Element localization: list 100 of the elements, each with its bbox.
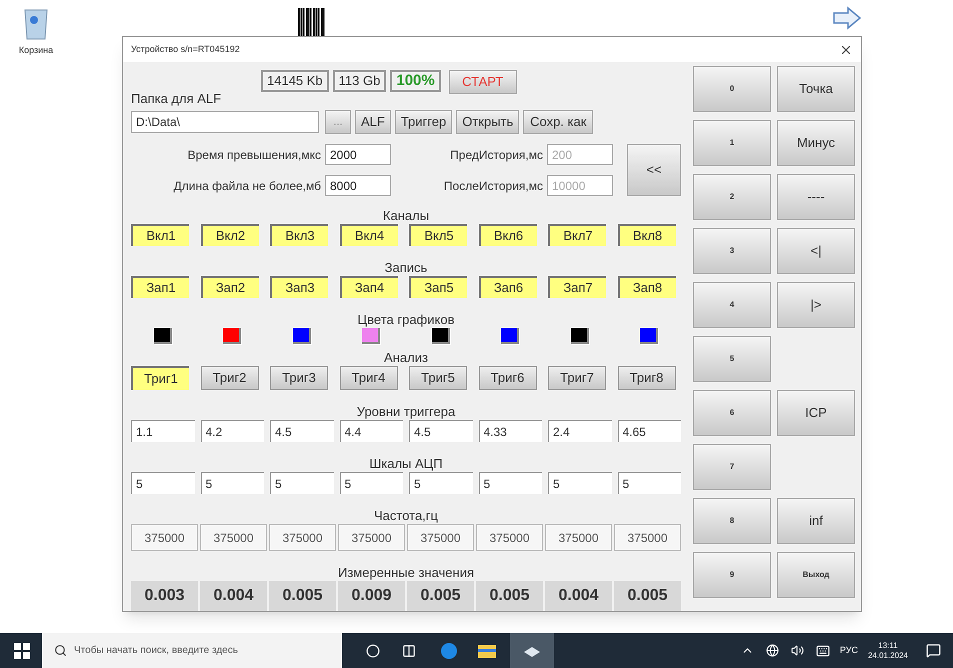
function-key[interactable]: ICP: [777, 390, 855, 436]
toolbar-button[interactable]: Триггер: [394, 110, 452, 134]
folder-label: Папка для ALF: [131, 90, 222, 108]
volume-icon[interactable]: [790, 644, 804, 657]
frequency-readout: 375000: [200, 524, 267, 551]
color-swatch[interactable]: [223, 328, 242, 344]
cortana-icon[interactable]: [366, 644, 380, 658]
color-swatch[interactable]: [570, 328, 589, 344]
scale-field[interactable]: 5: [340, 472, 403, 494]
digit-key[interactable]: 7: [693, 444, 771, 490]
trigger-tab[interactable]: Триг5: [409, 366, 467, 390]
trigger-tab[interactable]: Триг2: [200, 366, 258, 390]
task-view-icon[interactable]: [402, 644, 416, 658]
keyboard-icon[interactable]: [816, 644, 830, 658]
toggle-button[interactable]: Зап8: [618, 276, 676, 298]
function-key[interactable]: |>: [777, 282, 855, 328]
level-field[interactable]: 4.4: [340, 420, 403, 442]
windows-start-icon[interactable]: [14, 642, 30, 658]
measured-value: 0.004: [200, 581, 267, 611]
toolbar-button[interactable]: Сохр. как: [523, 110, 594, 134]
digit-key[interactable]: 5: [693, 336, 771, 382]
section-title: Каналы: [382, 208, 430, 224]
measured-value: 0.005: [614, 581, 681, 611]
function-key[interactable]: Минус: [777, 120, 855, 166]
level-field[interactable]: 4.5: [270, 420, 334, 442]
number-field[interactable]: 2000: [325, 144, 391, 165]
color-swatch[interactable]: [292, 328, 311, 344]
toggle-button[interactable]: Вкл7: [548, 224, 606, 246]
trigger-tab[interactable]: Триг8: [618, 366, 676, 390]
browser-icon[interactable]: [440, 642, 458, 660]
level-field[interactable]: 2.4: [548, 420, 612, 442]
level-field[interactable]: 1.1: [131, 420, 194, 442]
toolbar-button[interactable]: Открыть: [456, 110, 520, 134]
scale-field[interactable]: 5: [548, 472, 612, 494]
taskbar-search-field[interactable]: Чтобы начать поиск, введите здесь: [42, 633, 342, 668]
language-indicator[interactable]: РУС: [840, 644, 858, 658]
function-key[interactable]: ----: [777, 174, 855, 220]
toggle-button[interactable]: Зап3: [270, 276, 328, 298]
digit-key[interactable]: 3: [693, 228, 771, 274]
color-swatch[interactable]: [640, 328, 658, 344]
barcode-icon[interactable]: [298, 8, 326, 36]
toggle-button[interactable]: Зап1: [131, 276, 189, 298]
number-field[interactable]: 8000: [325, 175, 391, 196]
frequency-readout: 375000: [338, 524, 405, 551]
section-title: Измеренные значения: [338, 565, 474, 581]
trigger-tab[interactable]: Триг4: [340, 366, 398, 390]
color-swatch[interactable]: [362, 328, 380, 344]
toggle-button[interactable]: Вкл8: [618, 224, 676, 246]
toggle-button[interactable]: Зап7: [548, 276, 606, 298]
folder-icon[interactable]: [478, 642, 496, 658]
toggle-button[interactable]: Вкл1: [131, 224, 189, 246]
digit-key[interactable]: 6: [693, 390, 771, 436]
trigger-tab[interactable]: Триг3: [270, 366, 328, 390]
field-label: Время превышения,мкс: [188, 146, 321, 164]
level-field[interactable]: 4.2: [200, 420, 264, 442]
function-key[interactable]: <|: [777, 228, 855, 274]
function-key[interactable]: Точка: [777, 66, 855, 112]
toggle-button[interactable]: Зап5: [409, 276, 467, 298]
level-field[interactable]: 4.5: [409, 420, 472, 442]
trigger-tab[interactable]: Триг7: [548, 366, 606, 390]
level-field[interactable]: 4.33: [478, 420, 542, 442]
folder-path-field[interactable]: D:\Data\: [131, 111, 319, 133]
stat-readout: 14145 Kb: [261, 70, 329, 92]
toggle-button[interactable]: Вкл6: [478, 224, 536, 246]
toggle-button[interactable]: Зап4: [340, 276, 398, 298]
toggle-button[interactable]: Зап6: [478, 276, 536, 298]
toggle-button[interactable]: Зап2: [200, 276, 258, 298]
back-button[interactable]: <<: [627, 144, 681, 196]
toggle-button[interactable]: Вкл3: [270, 224, 328, 246]
toggle-button[interactable]: Вкл4: [340, 224, 398, 246]
toggle-button[interactable]: Вкл5: [409, 224, 467, 246]
color-swatch[interactable]: [501, 328, 520, 344]
scale-field[interactable]: 5: [270, 472, 334, 494]
app-taskbar-button[interactable]: [510, 633, 554, 668]
color-swatch[interactable]: [154, 328, 172, 344]
notifications-icon[interactable]: [926, 643, 941, 658]
field-label: Длина файла не более,мб: [174, 178, 321, 194]
trigger-tab[interactable]: Триг6: [478, 366, 536, 390]
level-field[interactable]: 4.65: [618, 420, 681, 442]
scale-field[interactable]: 5: [131, 472, 194, 494]
function-key[interactable]: inf: [777, 498, 855, 544]
scale-field[interactable]: 5: [478, 472, 542, 494]
digit-key[interactable]: 2: [693, 174, 771, 220]
function-key[interactable]: Выход: [777, 552, 855, 598]
toolbar-button[interactable]: ALF: [355, 110, 391, 134]
trigger-tab[interactable]: Триг1: [131, 366, 189, 390]
digit-key[interactable]: 4: [693, 282, 771, 328]
digit-key[interactable]: 1: [693, 120, 771, 166]
arrow-icon[interactable]: [832, 6, 862, 30]
digit-key[interactable]: 0: [693, 66, 771, 112]
clock[interactable]: 13:11 24.01.2024: [868, 640, 908, 660]
section-title: Анализ: [384, 350, 428, 366]
toggle-button[interactable]: Вкл2: [200, 224, 258, 246]
color-swatch[interactable]: [432, 328, 450, 344]
digit-key[interactable]: 8: [693, 498, 771, 544]
scale-field[interactable]: 5: [409, 472, 472, 494]
scale-field[interactable]: 5: [200, 472, 264, 494]
digit-key[interactable]: 9: [693, 552, 771, 598]
network-icon[interactable]: [766, 644, 779, 657]
scale-field[interactable]: 5: [618, 472, 681, 494]
